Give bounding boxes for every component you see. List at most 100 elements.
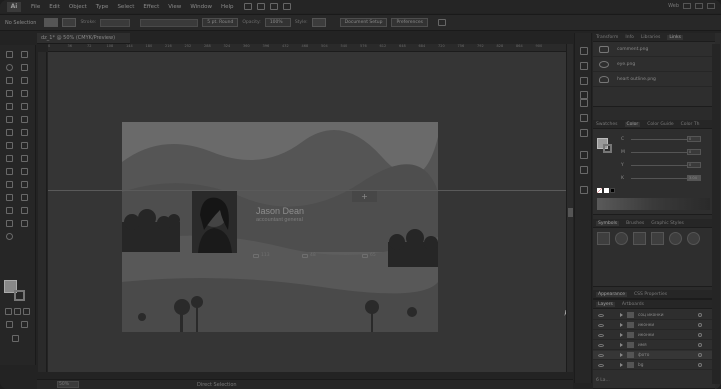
yellow-value[interactable]: 0 — [687, 162, 701, 168]
layer-row[interactable]: иконки — [593, 331, 715, 340]
expand-icon[interactable] — [620, 333, 623, 337]
opacity-field[interactable]: 100% — [264, 18, 291, 27]
menu-effect[interactable]: Effect — [143, 4, 159, 10]
menu-file[interactable]: File — [31, 4, 40, 10]
black-slider[interactable] — [631, 178, 687, 179]
symbol-ribbon[interactable] — [651, 232, 664, 245]
stroke-label[interactable]: Stroke: — [80, 20, 96, 25]
magic-wand-tool-icon[interactable] — [6, 64, 13, 71]
canvas-vertical-scrollbar[interactable] — [566, 44, 573, 372]
sync-icon[interactable] — [282, 3, 291, 10]
menu-help[interactable]: Help — [221, 4, 234, 10]
tab-brushes[interactable]: Brushes — [626, 221, 644, 226]
mesh-tool-icon[interactable] — [21, 168, 28, 175]
arrange-documents-icon[interactable] — [269, 3, 278, 10]
cyan-value[interactable]: 0 — [687, 136, 701, 142]
slice-tool-icon[interactable] — [6, 220, 13, 227]
minimize-button[interactable] — [683, 3, 691, 9]
opentype-icon[interactable] — [580, 129, 588, 137]
draw-normal-icon[interactable] — [6, 321, 13, 328]
selection-tool-icon[interactable] — [6, 51, 13, 58]
actions-play-icon[interactable] — [580, 186, 588, 194]
shaper-tool-icon[interactable] — [6, 116, 13, 123]
line-tool-icon[interactable] — [21, 90, 28, 97]
tab-color-guide[interactable]: Color Guide — [647, 122, 673, 127]
tab-graphic-styles[interactable]: Graphic Styles — [651, 221, 684, 226]
eraser-tool-icon[interactable] — [6, 129, 13, 136]
paintbrush-tool-icon[interactable] — [21, 103, 28, 110]
tab-appearance[interactable]: Appearance — [596, 291, 628, 297]
expand-icon[interactable] — [620, 323, 623, 327]
expand-icon[interactable] — [620, 363, 623, 367]
rectangle-tool-icon[interactable] — [6, 103, 13, 110]
document-setup-button[interactable]: Document Setup — [339, 18, 388, 27]
scrollbar-thumb[interactable] — [568, 208, 573, 217]
tab-transform[interactable]: Transform — [596, 35, 618, 40]
stroke-color-box[interactable] — [14, 290, 25, 301]
screen-mode-icon[interactable] — [12, 335, 19, 342]
bridge-icon[interactable] — [243, 3, 252, 10]
column-graph-tool-icon[interactable] — [6, 207, 13, 214]
target-icon[interactable] — [698, 353, 702, 357]
zoom-level-field[interactable]: 50% — [57, 381, 79, 388]
guide-line[interactable] — [48, 190, 566, 191]
canvas[interactable]: Jason Dean accountant general + 113 48 6… — [48, 52, 569, 372]
black-value[interactable]: 3.04 — [687, 175, 701, 181]
yellow-slider[interactable] — [631, 165, 687, 166]
profile-photo[interactable] — [192, 190, 237, 253]
menu-select[interactable]: Select — [117, 4, 134, 10]
properties-icon[interactable] — [580, 47, 588, 55]
pencil-tool-icon[interactable] — [21, 116, 28, 123]
layer-row[interactable]: иконки — [593, 321, 715, 330]
panel-scrollbar[interactable] — [712, 44, 720, 384]
symbol-flower[interactable] — [669, 232, 682, 245]
perspective-grid-tool-icon[interactable] — [6, 168, 13, 175]
menu-type[interactable]: Type — [96, 4, 109, 10]
layer-row[interactable]: фото — [593, 351, 715, 360]
none-swatch[interactable] — [597, 188, 602, 193]
brush-definition[interactable]: 5 pt. Round — [202, 18, 239, 27]
menu-edit[interactable]: Edit — [49, 4, 60, 10]
current-tool-status[interactable]: Direct Selection — [197, 382, 237, 388]
graphic-style-swatch[interactable] — [311, 18, 326, 27]
scale-tool-icon[interactable] — [6, 142, 13, 149]
white-swatch[interactable] — [604, 188, 609, 193]
visibility-icon[interactable] — [598, 323, 604, 327]
artboard[interactable] — [122, 122, 438, 332]
character-icon[interactable] — [580, 99, 588, 107]
expand-icon[interactable] — [620, 343, 623, 347]
tab-layers[interactable]: Layers — [596, 301, 615, 307]
hand-tool-icon[interactable] — [21, 220, 28, 227]
symbol-splat[interactable] — [615, 232, 628, 245]
tab-artboards[interactable]: Artboards — [622, 302, 644, 307]
symbol-sprayer-tool-icon[interactable] — [21, 194, 28, 201]
none-mode-icon[interactable] — [23, 308, 30, 315]
layer-row[interactable]: bg — [593, 361, 715, 370]
expand-icon[interactable] — [620, 313, 623, 317]
target-icon[interactable] — [698, 323, 702, 327]
tab-links[interactable]: Links — [667, 34, 683, 40]
visibility-icon[interactable] — [598, 343, 604, 347]
cyan-slider[interactable] — [631, 139, 687, 140]
tab-info[interactable]: Info — [625, 35, 634, 40]
visibility-icon[interactable] — [598, 313, 604, 317]
follow-button[interactable]: + — [352, 190, 377, 202]
black-swatch[interactable] — [610, 188, 615, 193]
maximize-button[interactable] — [695, 3, 703, 9]
tab-color[interactable]: Color — [624, 121, 641, 127]
blend-tool-icon[interactable] — [6, 194, 13, 201]
artboard-tool-icon[interactable] — [21, 207, 28, 214]
color-stroke-swatch[interactable] — [603, 144, 612, 153]
variable-width-profile[interactable] — [140, 18, 199, 27]
tab-libraries[interactable]: Libraries — [641, 35, 660, 40]
eyedropper-tool-icon[interactable] — [21, 181, 28, 188]
workspace-switcher[interactable]: Web — [668, 3, 679, 9]
opacity-label[interactable]: Opacity: — [242, 20, 261, 25]
document-tab[interactable]: dz_1* @ 50% (CMYK/Preview) — [37, 33, 130, 44]
magenta-value[interactable]: 0 — [687, 149, 701, 155]
shape-builder-tool-icon[interactable] — [21, 155, 28, 162]
tab-color-themes[interactable]: Color Th — [681, 122, 700, 127]
link-item[interactable]: comment.png — [593, 42, 715, 57]
type-tool-icon[interactable] — [6, 90, 13, 97]
stroke-weight-field[interactable] — [100, 18, 131, 27]
